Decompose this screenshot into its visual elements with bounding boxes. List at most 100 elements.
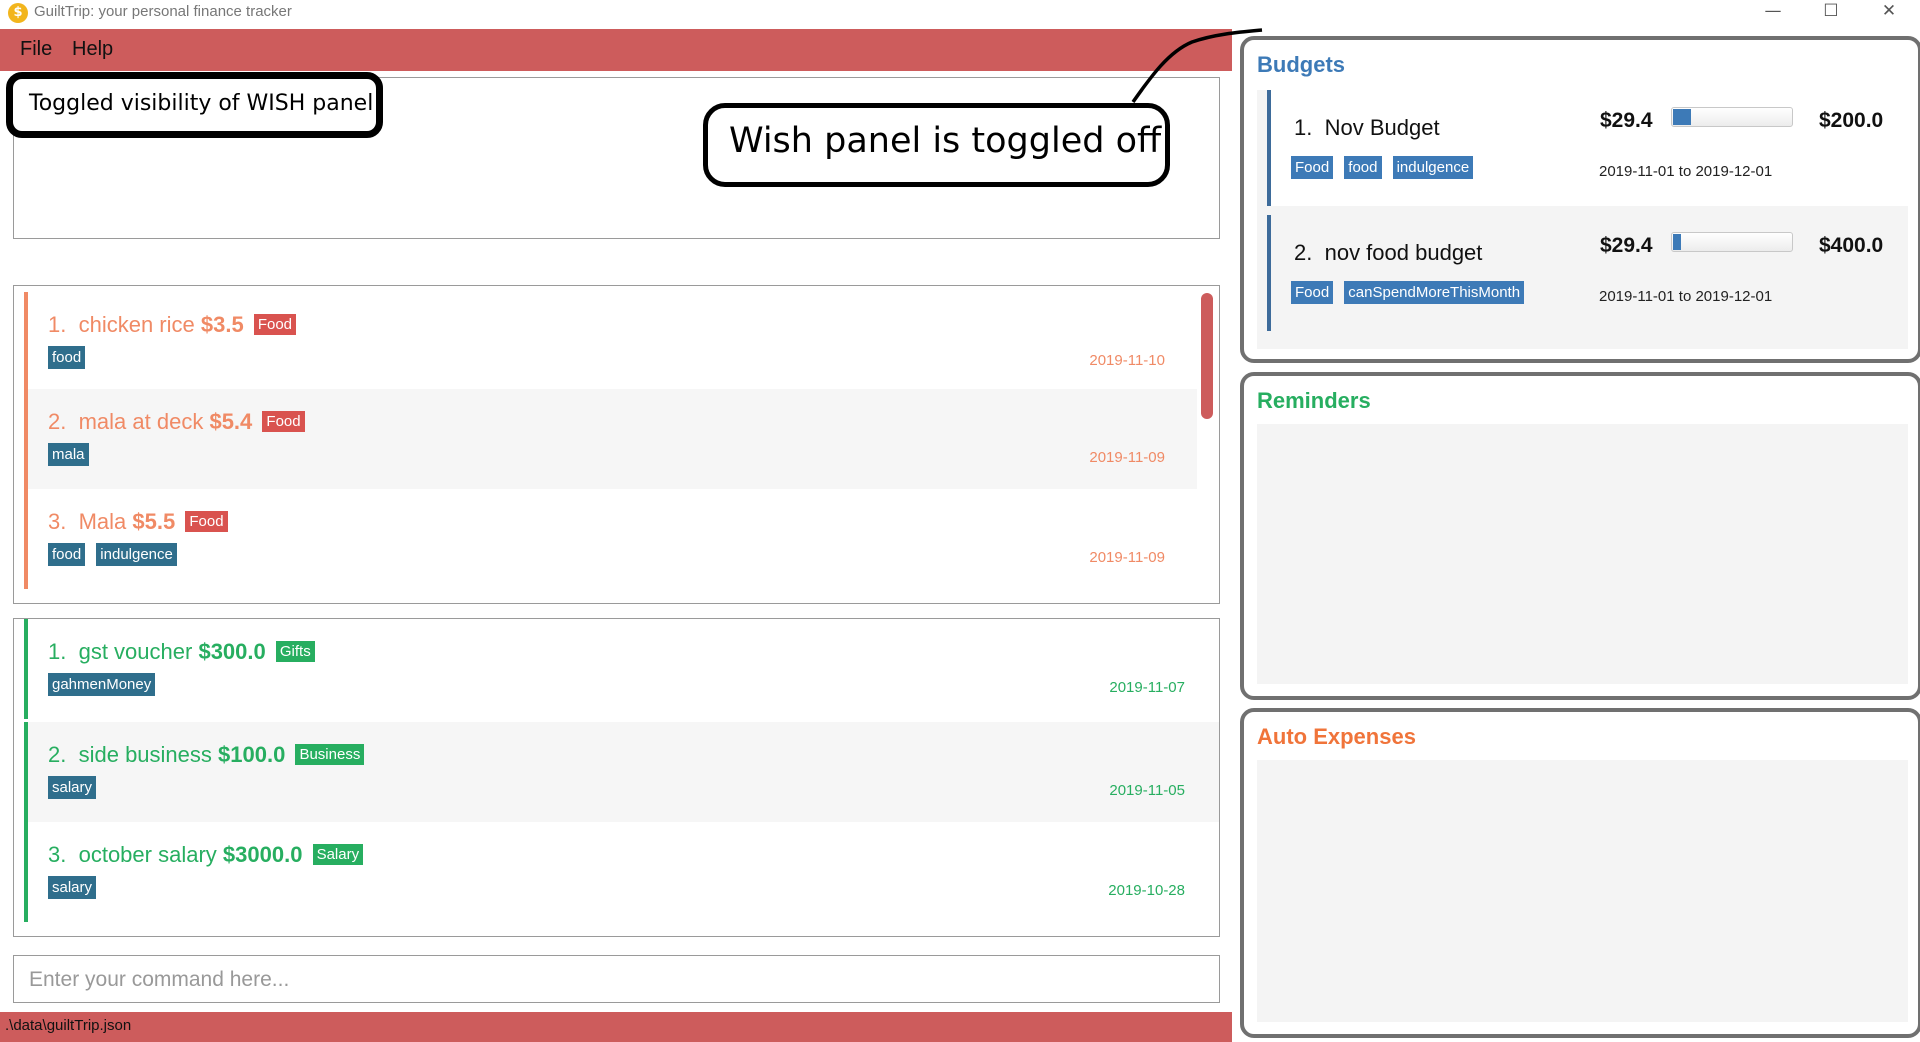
income-heading: 3. october salary $3000.0 Salary [48,842,364,868]
income-list[interactable]: 1. gst voucher $300.0 Gifts gahmenMoney … [13,618,1220,937]
tag: Food [1291,281,1334,304]
item-amount: $3.5 [200,312,244,337]
item-amount: $3000.0 [222,842,303,867]
budget-total: $400.0 [1819,234,1884,257]
tag-list: food [48,346,91,369]
tag: indulgence [96,543,177,566]
item-amount: $300.0 [198,639,266,664]
tag: food [1344,156,1382,179]
category-badge: Gifts [275,641,315,662]
tag: Food [1291,156,1334,179]
list-item[interactable]: 3. october salary $3000.0 Salary salary … [24,822,1219,922]
category-badge: Food [253,314,297,335]
menu-help[interactable]: Help [72,38,113,61]
tag-list: salary [48,776,102,799]
item-amount: $100.0 [218,742,286,767]
item-date: 2019-11-10 [1089,352,1165,369]
close-icon[interactable]: ✕ [1861,0,1917,24]
reminders-list[interactable] [1257,424,1908,684]
item-date: 2019-10-28 [1108,882,1185,899]
command-input[interactable]: Enter your command here... [13,955,1220,1003]
tag: food [48,543,86,566]
income-heading: 1. gst voucher $300.0 Gifts [48,639,315,665]
card-accent [24,292,28,392]
tag-list: gahmenMoney [48,673,161,696]
tag: food [48,346,86,369]
tag-list: salary [48,876,102,899]
item-index: 2. [1294,240,1313,265]
tag-list: Food canSpendMoreThisMonth [1291,281,1530,304]
budget-spent: $29.4 [1600,109,1653,132]
list-item[interactable]: 3. Mala $5.5 Food food indulgence 2019-1… [24,489,1197,589]
item-date: 2019-11-05 [1109,782,1185,799]
list-item[interactable]: 1. chicken rice $3.5 Food food 2019-11-1… [24,292,1197,392]
menu-file[interactable]: File [20,38,52,61]
item-name: chicken rice [78,312,195,337]
menu-bar: File Help [0,29,1232,71]
budget-name: 1. Nov Budget [1294,115,1440,141]
status-bar: .\data\guiltTrip.json [0,1012,1232,1042]
tag-list: Food food indulgence [1291,156,1479,179]
expense-list[interactable]: 1. chicken rice $3.5 Food food 2019-11-1… [13,285,1220,604]
reminders-panel: Reminders [1240,372,1920,700]
expense-scrollbar[interactable] [1201,293,1213,419]
result-message-callout: Toggled visibility of WISH panel [6,72,383,138]
progress-fill [1673,109,1691,125]
list-item[interactable]: 1. gst voucher $300.0 Gifts gahmenMoney … [24,619,1197,719]
category-badge: Business [295,744,365,765]
item-index: 2. [48,742,67,767]
auto-expenses-panel: Auto Expenses [1240,708,1920,1038]
tag: salary [48,776,97,799]
category-badge: Food [262,411,305,432]
budget-progress-bar [1671,107,1793,127]
card-accent [24,722,28,822]
item-name: nov food budget [1324,240,1483,265]
income-heading: 2. side business $100.0 Business [48,742,365,768]
title-bar: $ GuiltTrip: your personal finance track… [0,0,1920,28]
expense-heading: 3. Mala $5.5 Food [48,509,228,535]
maximize-icon[interactable]: ☐ [1803,0,1859,24]
auto-expenses-list[interactable] [1257,760,1908,1022]
item-index: 3. [48,842,67,867]
item-amount: $5.4 [209,409,253,434]
card-accent [24,489,28,589]
auto-expenses-title: Auto Expenses [1257,724,1416,749]
item-amount: $5.5 [132,509,176,534]
annotation-text: Wish panel is toggled off [729,121,1162,161]
tag-list: mala [48,443,95,466]
item-index: 1. [48,312,67,337]
tag: salary [48,876,97,899]
item-name: side business [78,742,212,767]
reminders-title: Reminders [1257,388,1371,413]
budget-date-range: 2019-11-01 to 2019-12-01 [1599,163,1773,180]
minimize-icon[interactable]: — [1745,0,1801,24]
expense-heading: 2. mala at deck $5.4 Food [48,409,305,435]
budget-total: $200.0 [1819,109,1884,132]
budgets-title: Budgets [1257,52,1345,77]
item-name: october salary [78,842,217,867]
item-date: 2019-11-09 [1089,449,1165,466]
category-badge: Salary [312,844,364,865]
list-item[interactable]: 2. mala at deck $5.4 Food mala 2019-11-0… [24,389,1197,489]
card-accent [1267,90,1271,206]
window-title: GuiltTrip: your personal finance tracker [34,3,292,20]
card-accent [1267,215,1271,331]
expense-heading: 1. chicken rice $3.5 Food [48,312,297,338]
budget-item[interactable]: 2. nov food budget Food canSpendMoreThis… [1267,215,1908,331]
tag: mala [48,443,89,466]
item-date: 2019-11-09 [1089,549,1165,566]
list-item[interactable]: 2. side business $100.0 Business salary … [24,722,1219,822]
budget-spent: $29.4 [1600,234,1653,257]
item-index: 1. [1294,115,1313,140]
card-accent [24,389,28,489]
item-date: 2019-11-07 [1109,679,1185,696]
card-accent [24,619,28,719]
budgets-list[interactable]: 1. Nov Budget Food food indulgence $29.4… [1257,90,1908,349]
item-index: 2. [48,409,67,434]
item-name: Mala [78,509,127,534]
item-name: gst voucher [78,639,193,664]
tag: indulgence [1392,156,1474,179]
budget-item[interactable]: 1. Nov Budget Food food indulgence $29.4… [1267,90,1908,206]
budget-progress-bar [1671,232,1793,252]
tag: canSpendMoreThisMonth [1344,281,1525,304]
